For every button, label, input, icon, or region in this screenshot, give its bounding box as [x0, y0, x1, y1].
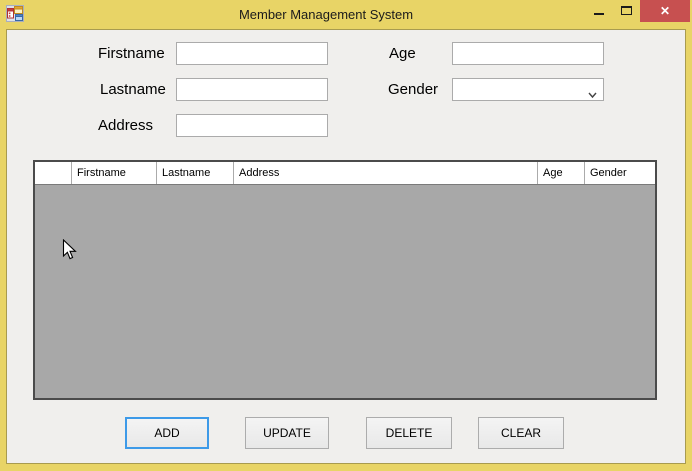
column-header-address[interactable]: Address: [234, 162, 538, 184]
age-input[interactable]: [452, 42, 604, 65]
chevron-down-icon: [588, 86, 597, 94]
minimize-button[interactable]: [585, 0, 613, 22]
client-area: Firstname Lastname Address Age Gender Fi…: [7, 30, 685, 463]
address-input[interactable]: [176, 114, 328, 137]
titlebar: Member Management System ✕: [0, 0, 692, 30]
age-label: Age: [389, 42, 416, 65]
maximize-icon: [621, 6, 632, 15]
mouse-cursor: [62, 239, 77, 261]
column-header-age[interactable]: Age: [538, 162, 585, 184]
minimize-icon: [594, 13, 604, 15]
delete-button[interactable]: DELETE: [366, 417, 452, 449]
column-header-gender[interactable]: Gender: [585, 162, 655, 184]
app-icon[interactable]: [6, 5, 24, 22]
datagrid-header: Firstname Lastname Address Age Gender: [35, 162, 655, 185]
row-header-cell[interactable]: [35, 162, 72, 184]
column-header-firstname[interactable]: Firstname: [72, 162, 157, 184]
firstname-label: Firstname: [98, 42, 165, 65]
column-header-lastname[interactable]: Lastname: [157, 162, 234, 184]
maximize-button[interactable]: [613, 0, 640, 22]
add-button[interactable]: ADD: [125, 417, 209, 449]
gender-label: Gender: [388, 78, 438, 101]
lastname-input[interactable]: [176, 78, 328, 101]
close-button[interactable]: ✕: [640, 0, 690, 22]
members-datagrid: Firstname Lastname Address Age Gender: [33, 160, 657, 400]
app-window: Member Management System ✕ Firstname Las…: [0, 0, 692, 471]
clear-button[interactable]: CLEAR: [478, 417, 564, 449]
close-icon: ✕: [660, 4, 670, 18]
update-button[interactable]: UPDATE: [245, 417, 329, 449]
firstname-input[interactable]: [176, 42, 328, 65]
gender-combobox[interactable]: [452, 78, 604, 101]
window-title: Member Management System: [60, 0, 592, 29]
datagrid-body-empty[interactable]: [35, 185, 655, 398]
address-label: Address: [98, 114, 153, 137]
lastname-label: Lastname: [100, 78, 166, 101]
